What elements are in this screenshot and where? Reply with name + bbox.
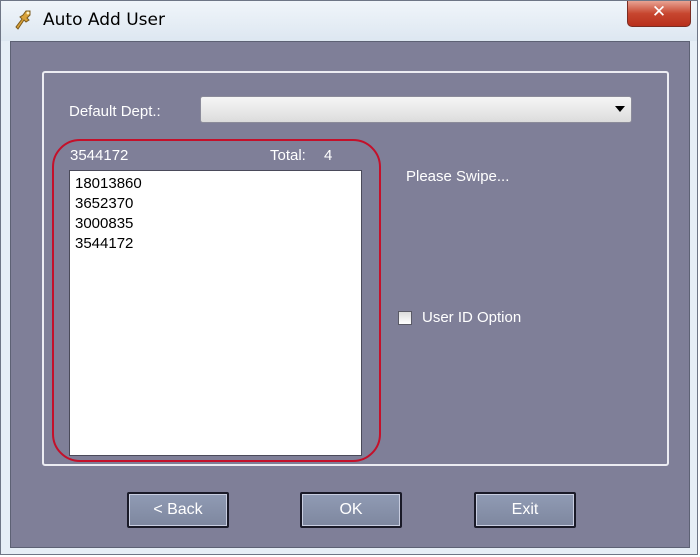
title-bar[interactable]: Auto Add User ✕ [1, 1, 697, 41]
close-icon: ✕ [651, 2, 667, 22]
swipe-prompt: Please Swipe... [406, 168, 510, 185]
close-button[interactable]: ✕ [627, 1, 691, 27]
user-id-option-label[interactable]: User ID Option [422, 309, 521, 326]
tools-icon [13, 9, 35, 33]
ok-button[interactable]: OK [300, 492, 402, 528]
auto-add-user-dialog: Auto Add User ✕ Default Dept.: 3544172 T… [0, 0, 698, 555]
dialog-body: Default Dept.: 3544172 Total: 4 18013860… [10, 41, 690, 548]
default-dept-select[interactable] [200, 96, 632, 123]
back-button[interactable]: < Back [127, 492, 229, 528]
highlight-annotation [52, 139, 381, 462]
default-dept-label: Default Dept.: [69, 103, 161, 120]
chevron-down-icon [615, 106, 625, 112]
user-id-option-checkbox[interactable] [398, 311, 412, 325]
exit-button[interactable]: Exit [474, 492, 576, 528]
window-title: Auto Add User [43, 10, 165, 30]
